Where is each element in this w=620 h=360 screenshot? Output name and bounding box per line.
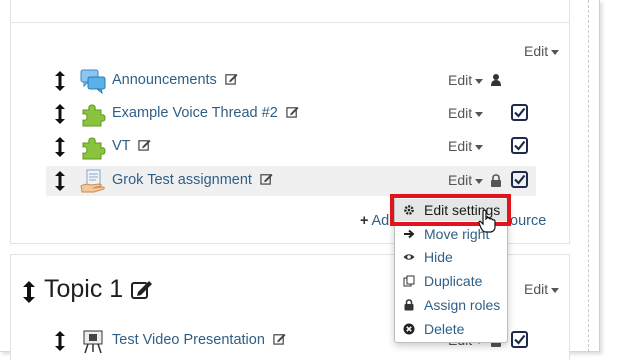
activity-name: Grok Test assignment bbox=[112, 172, 252, 188]
delete-icon bbox=[403, 323, 415, 335]
copy-icon bbox=[403, 275, 415, 287]
edit-label: Edit bbox=[448, 172, 473, 188]
lock-user-icon[interactable] bbox=[490, 173, 502, 187]
puzzle-icon bbox=[82, 104, 106, 127]
section-edit-menu[interactable]: Edit bbox=[524, 43, 560, 59]
menu-item-duplicate[interactable]: Duplicate bbox=[395, 270, 507, 292]
move-icon[interactable] bbox=[22, 280, 36, 304]
menu-item-label: Hide bbox=[424, 249, 453, 265]
menu-item-label: Duplicate bbox=[424, 273, 483, 289]
menu-item-delete[interactable]: Delete bbox=[395, 318, 507, 340]
pencil-icon[interactable] bbox=[260, 172, 273, 185]
gear-icon bbox=[404, 205, 414, 215]
section-top-divider bbox=[10, 22, 570, 23]
chevron-down-icon bbox=[475, 78, 484, 84]
eye-icon bbox=[403, 254, 415, 260]
checkbox-icon[interactable] bbox=[511, 171, 528, 188]
video-easel-icon bbox=[83, 330, 103, 354]
activity-row: Grok Test assignment Edit bbox=[46, 166, 536, 196]
activity-name: VT bbox=[112, 138, 131, 154]
activity-edit-menu[interactable]: Edit bbox=[448, 105, 484, 121]
move-icon[interactable] bbox=[54, 330, 66, 352]
forum-icon bbox=[80, 69, 106, 94]
chevron-down-icon bbox=[475, 111, 484, 117]
activity-link[interactable]: Grok Test assignment bbox=[112, 172, 273, 188]
topic-edit-label: Edit bbox=[524, 281, 549, 297]
chevron-down-icon bbox=[551, 287, 560, 293]
pencil-icon[interactable] bbox=[138, 138, 151, 151]
menu-item-hide[interactable]: Hide bbox=[395, 246, 507, 268]
add-label-end: ource bbox=[510, 213, 547, 229]
move-icon[interactable] bbox=[54, 136, 66, 158]
pencil-icon[interactable] bbox=[286, 105, 299, 118]
activity-link[interactable]: Announcements bbox=[112, 72, 238, 88]
activity-edit-menu[interactable]: Edit bbox=[448, 138, 484, 154]
checkbox-icon[interactable] bbox=[511, 104, 528, 121]
menu-item-label: Assign roles bbox=[424, 297, 501, 313]
hand-cursor-icon bbox=[478, 209, 496, 233]
edit-label: Edit bbox=[448, 72, 473, 88]
edit-label: Edit bbox=[448, 138, 473, 154]
chevron-down-icon bbox=[475, 178, 484, 184]
move-icon[interactable] bbox=[54, 170, 66, 192]
lock-icon bbox=[404, 299, 414, 311]
activity-name: Example Voice Thread #2 bbox=[112, 105, 278, 121]
activity-edit-menu[interactable]: Edit bbox=[448, 172, 484, 188]
pencil-icon[interactable] bbox=[225, 72, 238, 85]
add-activity-link[interactable]: + Ad bbox=[360, 213, 389, 229]
checkbox-icon[interactable] bbox=[511, 137, 528, 154]
add-label-start: Ad bbox=[371, 213, 390, 229]
activity-name: Announcements bbox=[112, 72, 217, 88]
plus-icon: + bbox=[360, 213, 369, 229]
menu-item-assign-roles[interactable]: Assign roles bbox=[395, 294, 507, 316]
user-icon[interactable] bbox=[490, 73, 502, 87]
edit-label: Edit bbox=[448, 105, 473, 121]
checkbox-icon[interactable] bbox=[511, 331, 528, 348]
assignment-hand-icon bbox=[80, 169, 105, 193]
puzzle-icon bbox=[82, 137, 106, 160]
activity-edit-menu[interactable]: Edit bbox=[448, 72, 484, 88]
arrow-right-icon bbox=[404, 229, 415, 239]
pencil-icon[interactable] bbox=[273, 332, 286, 345]
page-divider bbox=[588, 0, 589, 352]
move-icon[interactable] bbox=[54, 103, 66, 125]
menu-item-label: Delete bbox=[424, 321, 465, 337]
chevron-down-icon bbox=[475, 144, 484, 150]
activity-row: Announcements Edit bbox=[46, 66, 536, 96]
topic-edit-menu[interactable]: Edit bbox=[524, 281, 560, 297]
activity-link[interactable]: Test Video Presentation bbox=[112, 332, 286, 348]
pencil-icon[interactable] bbox=[130, 278, 154, 300]
activity-link[interactable]: Example Voice Thread #2 bbox=[112, 105, 299, 121]
add-activity-link-tail[interactable]: ource bbox=[510, 213, 546, 229]
section-edit-label: Edit bbox=[524, 43, 549, 59]
activity-name: Test Video Presentation bbox=[112, 332, 265, 348]
chevron-down-icon bbox=[551, 49, 560, 55]
activity-link[interactable]: VT bbox=[112, 138, 151, 154]
move-icon[interactable] bbox=[54, 70, 66, 92]
topic-title: Topic 1 bbox=[44, 275, 124, 303]
activity-row: VT Edit bbox=[46, 132, 536, 162]
activity-row: Example Voice Thread #2 Edit bbox=[46, 99, 536, 129]
